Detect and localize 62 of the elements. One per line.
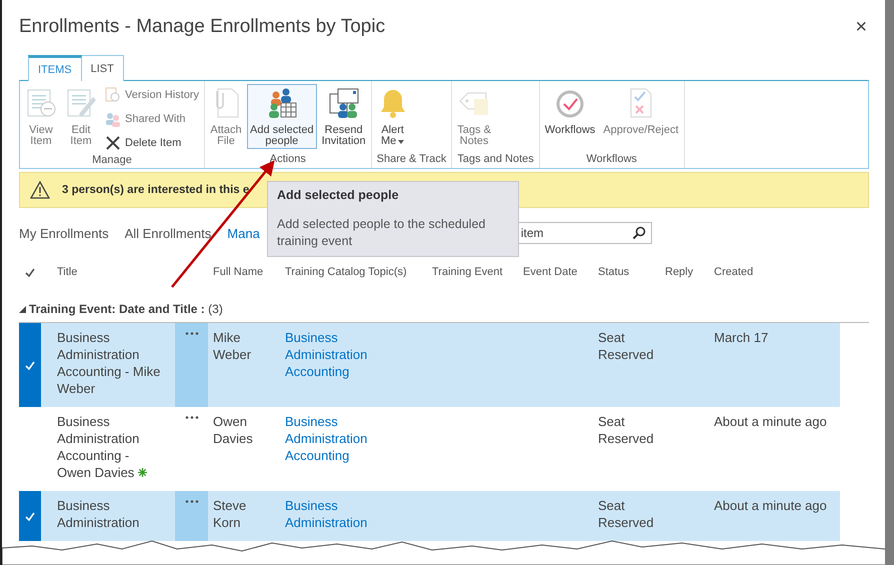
title-cell: Business Administration Accounting - Owen Davies bbox=[41, 407, 175, 491]
invitation-icon bbox=[328, 87, 360, 119]
ellipsis-icon bbox=[184, 416, 198, 419]
list-row[interactable]: Business Administration Accounting - Mike Weber Mike Weber Business Administration Accounting Seat Reserved March 17 bbox=[19, 323, 840, 407]
window-title: Enrollments - Manage Enrollments by Topic bbox=[19, 16, 386, 38]
version-history-icon bbox=[105, 87, 121, 103]
column-header[interactable]: Training Catalog Topic(s) bbox=[285, 266, 432, 278]
column-header[interactable]: Title bbox=[41, 266, 175, 278]
topic-link[interactable]: Business Administration bbox=[285, 497, 392, 531]
delete-icon bbox=[105, 135, 121, 151]
group-label: Actions bbox=[268, 153, 307, 167]
column-header[interactable]: Status bbox=[598, 266, 665, 278]
group-label: Manage bbox=[91, 154, 133, 168]
title-cell-text: Business Administration bbox=[56, 497, 140, 532]
ellipsis-icon bbox=[184, 500, 198, 503]
status-cell-text: Seat Reserved bbox=[598, 497, 655, 532]
created-cell-text: About a minute ago bbox=[714, 497, 828, 515]
close-button[interactable]: × bbox=[851, 16, 871, 38]
search-icon[interactable] bbox=[632, 226, 646, 240]
checkmark-icon bbox=[25, 512, 35, 520]
created-cell-text: March 17 bbox=[714, 329, 770, 347]
checkmark-icon bbox=[25, 360, 35, 370]
column-header[interactable]: Event Date bbox=[523, 266, 598, 278]
ribbon-button[interactable]: Workflows bbox=[542, 84, 598, 138]
group-label: Workflows bbox=[585, 153, 638, 167]
full-name-cell-text: Mike Weber bbox=[212, 329, 252, 364]
ribbon-button[interactable]: Add selected people bbox=[246, 84, 317, 149]
view-link[interactable]: My Enrollments bbox=[19, 226, 109, 240]
created-cell-text: About a minute ago bbox=[714, 413, 828, 431]
warning-icon bbox=[30, 181, 50, 199]
ellipsis-icon bbox=[184, 332, 198, 335]
ribbon-tab[interactable]: ITEMS bbox=[28, 55, 82, 81]
people-icon bbox=[105, 111, 121, 127]
title-cell-text: Business Administration Accounting - Mike Weber bbox=[56, 329, 162, 398]
ribbon-tab[interactable]: LIST bbox=[82, 55, 124, 81]
status-cell-text: Seat Reserved bbox=[598, 329, 655, 364]
full-name-cell-text: Owen Davies bbox=[212, 413, 254, 448]
item-menu-button[interactable] bbox=[175, 323, 208, 407]
view-link[interactable]: Mana bbox=[227, 226, 260, 240]
tooltip-text: Add selected people to the scheduled training event bbox=[277, 216, 486, 250]
expand-icon[interactable] bbox=[19, 306, 26, 312]
ribbon-button[interactable]: Delete Item bbox=[102, 132, 202, 154]
tooltip-title: Add selected people bbox=[277, 188, 400, 202]
item-menu-button[interactable] bbox=[175, 491, 208, 541]
ribbon-button[interactable]: Resend Invitation bbox=[318, 84, 369, 149]
ribbon-button[interactable]: Alert Me bbox=[374, 84, 412, 149]
status-cell-text: Seat Reserved bbox=[598, 413, 655, 448]
group-label: Tags and Notes bbox=[456, 153, 535, 167]
document-icon bbox=[25, 87, 57, 119]
select-all-icon bbox=[25, 268, 35, 276]
edit-document-icon bbox=[65, 87, 97, 119]
column-header[interactable]: Full Name bbox=[208, 266, 285, 278]
full-name-cell-text: Steve Korn bbox=[212, 497, 248, 532]
view-link[interactable]: All Enrollments bbox=[124, 226, 212, 240]
group-heading: Training Event: Date and Title : (3) bbox=[29, 302, 223, 316]
list-row[interactable]: Business Administration Steve Korn Business Administration Seat Reserved About a minute ago bbox=[19, 491, 840, 541]
column-header[interactable]: Training Event bbox=[432, 266, 523, 278]
topic-link[interactable]: Business Administration Accounting bbox=[285, 413, 392, 464]
column-header[interactable]: Created bbox=[714, 266, 840, 278]
topic-link[interactable]: Business Administration Accounting bbox=[285, 329, 392, 380]
column-header[interactable]: Reply bbox=[665, 266, 714, 278]
group-label: Share & Track bbox=[376, 153, 448, 167]
